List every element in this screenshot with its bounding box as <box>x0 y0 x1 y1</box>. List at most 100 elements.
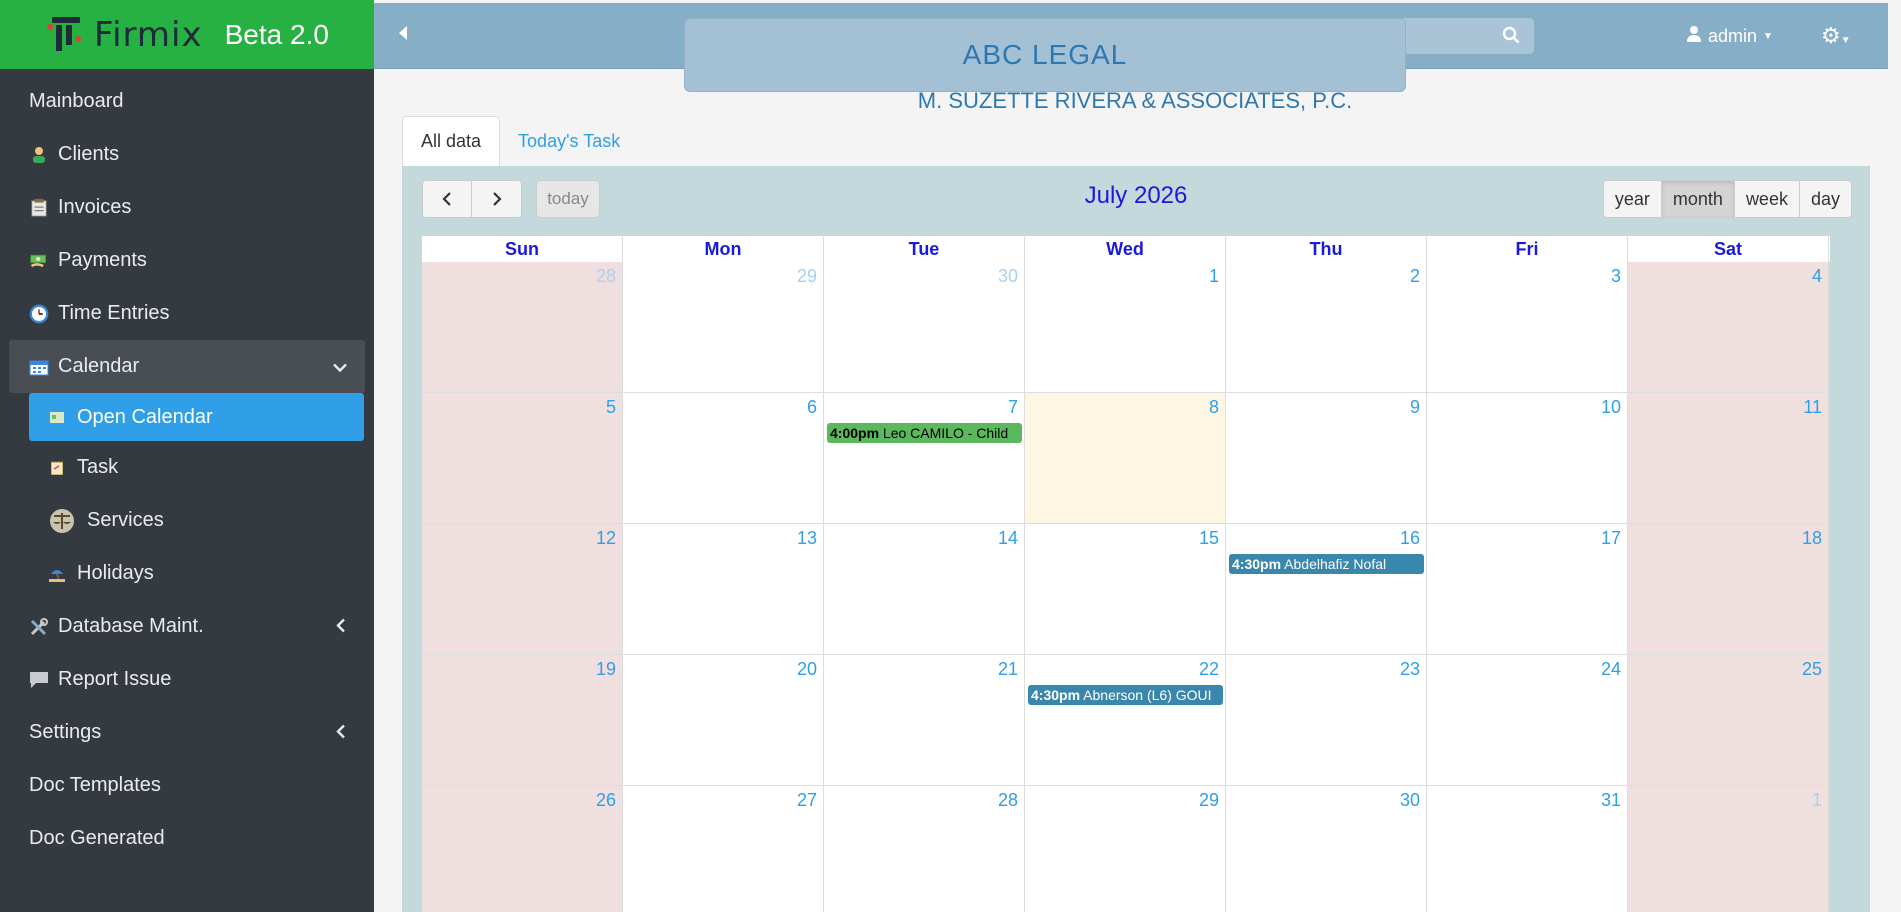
sidebar-subitem-services[interactable]: Services <box>0 494 374 547</box>
day-number[interactable]: 1 <box>1209 266 1219 287</box>
search-icon[interactable] <box>1502 26 1520 44</box>
day-cell[interactable]: 13 <box>623 524 824 655</box>
day-cell[interactable]: 16 4:30pm Abdelhafiz Nofal <box>1226 524 1427 655</box>
day-number[interactable]: 3 <box>1611 266 1621 287</box>
day-number[interactable]: 30 <box>998 266 1018 287</box>
day-number[interactable]: 26 <box>596 790 616 811</box>
sidebar-item-calendar[interactable]: Calendar <box>9 340 365 393</box>
day-number[interactable]: 4 <box>1812 266 1822 287</box>
day-cell[interactable]: 19 <box>422 655 623 786</box>
day-cell[interactable]: 29 <box>623 262 824 393</box>
day-cell[interactable]: 12 <box>422 524 623 655</box>
scrollbar[interactable] <box>1830 236 1854 912</box>
day-cell[interactable]: 4 <box>1628 262 1829 393</box>
tab-todays-task[interactable]: Today's Task <box>500 116 638 166</box>
day-number[interactable]: 30 <box>1400 790 1420 811</box>
day-cell[interactable]: 23 <box>1226 655 1427 786</box>
sidebar-item-doc-templates[interactable]: Doc Templates <box>0 759 374 812</box>
sidebar-item-database-maint[interactable]: Database Maint. <box>0 600 374 653</box>
brand-bar[interactable]: Firmix Beta 2.0 <box>0 0 374 69</box>
day-number[interactable]: 23 <box>1400 659 1420 680</box>
sidebar-item-settings[interactable]: Settings <box>0 706 374 759</box>
calendar-event[interactable]: 4:30pm Abdelhafiz Nofal <box>1229 554 1424 574</box>
day-number[interactable]: 27 <box>797 790 817 811</box>
day-cell[interactable]: 9 <box>1226 393 1427 524</box>
day-number[interactable]: 11 <box>1803 397 1822 418</box>
day-cell[interactable]: 24 <box>1427 655 1628 786</box>
day-number[interactable]: 17 <box>1601 528 1621 549</box>
day-cell[interactable]: 7 4:00pm Leo CAMILO - Child <box>824 393 1025 524</box>
day-cell[interactable]: 17 <box>1427 524 1628 655</box>
day-cell[interactable]: 1 <box>1025 262 1226 393</box>
day-cell[interactable]: 8 <box>1025 393 1226 524</box>
day-number[interactable]: 6 <box>807 397 817 418</box>
day-cell[interactable]: 5 <box>422 393 623 524</box>
day-cell[interactable]: 26 <box>422 786 623 912</box>
sidebar-item-invoices[interactable]: Invoices <box>0 181 374 234</box>
day-cell[interactable]: 15 <box>1025 524 1226 655</box>
day-number[interactable]: 21 <box>998 659 1018 680</box>
day-cell[interactable]: 10 <box>1427 393 1628 524</box>
day-cell[interactable]: 22 4:30pm Abnerson (L6) GOUI <box>1025 655 1226 786</box>
day-number[interactable]: 12 <box>596 528 616 549</box>
sidebar-subitem-open-calendar[interactable]: Open Calendar <box>29 393 364 441</box>
day-number[interactable]: 9 <box>1410 397 1420 418</box>
day-number[interactable]: 19 <box>596 659 616 680</box>
day-cell[interactable]: 30 <box>1226 786 1427 912</box>
sidebar-item-clients[interactable]: Clients <box>0 128 374 181</box>
day-number[interactable]: 7 <box>1008 397 1018 418</box>
day-number[interactable]: 24 <box>1601 659 1621 680</box>
day-number[interactable]: 29 <box>1199 790 1219 811</box>
day-number[interactable]: 31 <box>1601 790 1621 811</box>
day-number[interactable]: 22 <box>1199 659 1219 680</box>
sidebar-toggle-icon[interactable] <box>398 25 408 46</box>
day-cell[interactable]: 21 <box>824 655 1025 786</box>
day-cell[interactable]: 27 <box>623 786 824 912</box>
day-number[interactable]: 15 <box>1199 528 1219 549</box>
day-number[interactable]: 10 <box>1601 397 1621 418</box>
day-cell[interactable]: 28 <box>824 786 1025 912</box>
day-cell[interactable]: 28 <box>422 262 623 393</box>
day-number[interactable]: 14 <box>998 528 1018 549</box>
day-cell[interactable]: 31 <box>1427 786 1628 912</box>
sidebar-item-time-entries[interactable]: Time Entries <box>0 287 374 340</box>
day-cell[interactable]: 1 <box>1628 786 1829 912</box>
sidebar-item-mainboard[interactable]: Mainboard <box>0 75 374 128</box>
day-cell[interactable]: 25 <box>1628 655 1829 786</box>
day-cell[interactable]: 3 <box>1427 262 1628 393</box>
view-month-button[interactable]: month <box>1661 180 1735 218</box>
day-cell[interactable]: 29 <box>1025 786 1226 912</box>
day-number[interactable]: 13 <box>797 528 817 549</box>
tab-all-data[interactable]: All data <box>402 116 501 166</box>
day-number[interactable]: 2 <box>1410 266 1420 287</box>
settings-menu[interactable]: ⚙▼ <box>1821 23 1851 49</box>
day-cell[interactable]: 20 <box>623 655 824 786</box>
day-number[interactable]: 16 <box>1400 528 1420 549</box>
day-number[interactable]: 28 <box>596 266 616 287</box>
day-cell[interactable]: 6 <box>623 393 824 524</box>
day-cell[interactable]: 11 <box>1628 393 1829 524</box>
view-day-button[interactable]: day <box>1799 180 1852 218</box>
day-number[interactable]: 1 <box>1812 790 1822 811</box>
day-number[interactable]: 5 <box>606 397 616 418</box>
view-year-button[interactable]: year <box>1602 180 1662 218</box>
day-number[interactable]: 20 <box>797 659 817 680</box>
day-number[interactable]: 25 <box>1802 659 1822 680</box>
day-cell[interactable]: 30 <box>824 262 1025 393</box>
sidebar-subitem-holidays[interactable]: Holidays <box>0 547 374 600</box>
day-number[interactable]: 28 <box>998 790 1018 811</box>
day-cell[interactable]: 18 <box>1628 524 1829 655</box>
calendar-event[interactable]: 4:30pm Abnerson (L6) GOUI <box>1028 685 1223 705</box>
view-week-button[interactable]: week <box>1734 180 1800 218</box>
sidebar-item-report-issue[interactable]: Report Issue <box>0 653 374 706</box>
day-number[interactable]: 8 <box>1209 397 1219 418</box>
user-menu[interactable]: admin ▼ <box>1686 25 1773 48</box>
calendar-event[interactable]: 4:00pm Leo CAMILO - Child <box>827 423 1022 443</box>
sidebar-subitem-task[interactable]: Task <box>0 441 374 494</box>
day-number[interactable]: 29 <box>797 266 817 287</box>
day-cell[interactable]: 2 <box>1226 262 1427 393</box>
day-number[interactable]: 18 <box>1802 528 1822 549</box>
day-cell[interactable]: 14 <box>824 524 1025 655</box>
sidebar-item-payments[interactable]: Payments <box>0 234 374 287</box>
sidebar-item-doc-generated[interactable]: Doc Generated <box>0 812 374 865</box>
